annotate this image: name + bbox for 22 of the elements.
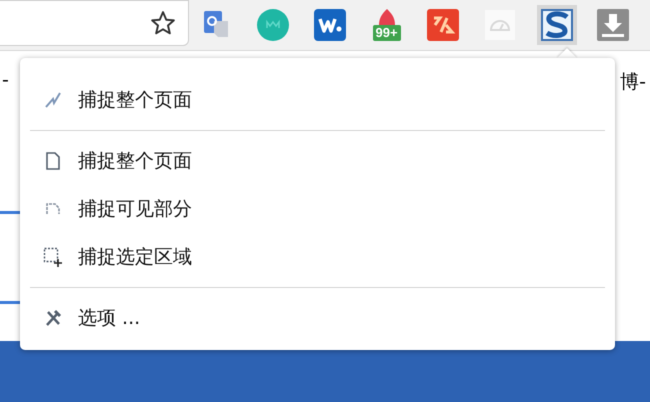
menu-item[interactable]: 选项 ... — [30, 294, 605, 342]
circle-icon — [257, 9, 290, 41]
zigzag-icon — [44, 91, 62, 109]
partial-page-icon — [45, 202, 61, 216]
extension-button[interactable] — [536, 5, 577, 45]
gauge-icon — [484, 10, 515, 40]
menu-item[interactable]: 捕捉整个页面 — [30, 137, 605, 185]
w-logo-icon — [314, 9, 346, 41]
tools-icon — [44, 309, 62, 327]
menu-item[interactable]: 捕捉选定区域 — [30, 233, 605, 281]
download-icon — [597, 9, 630, 41]
code-icon — [427, 9, 460, 41]
menu-item[interactable]: 捕捉可见部分 — [30, 185, 605, 233]
count-badge: 99+ — [372, 25, 401, 41]
s-logo-icon — [540, 9, 573, 41]
page-text: - — [2, 69, 9, 91]
star-icon[interactable] — [150, 10, 176, 36]
page-text: 博- — [620, 70, 646, 95]
page-icon — [45, 152, 61, 170]
selection-icon — [43, 247, 63, 267]
menu-item[interactable]: 捕捉整个页面 — [30, 76, 605, 124]
drop-icon — [376, 9, 397, 25]
